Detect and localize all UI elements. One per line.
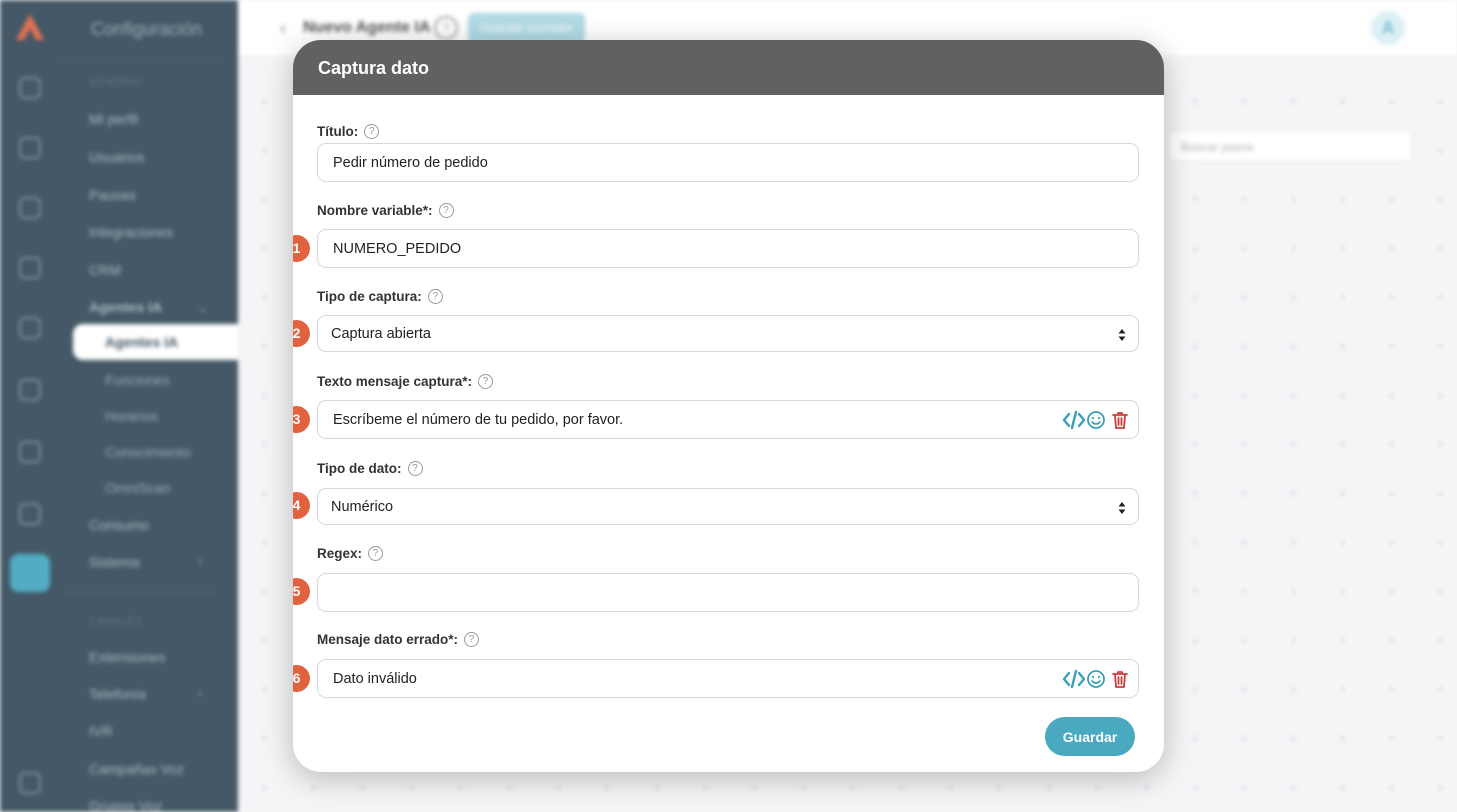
error-message-label: Mensaje dato errado*: ?	[317, 632, 480, 647]
variable-name-input[interactable]: NUMERO_PEDIDO	[317, 229, 1139, 268]
variable-name-label: Nombre variable*: ?	[317, 203, 454, 218]
help-icon[interactable]: ?	[427, 289, 443, 304]
help-icon[interactable]: ?	[368, 546, 384, 561]
title-label: Título: ?	[317, 124, 380, 139]
capture-message-input[interactable]: Escríbeme el número de tu pedido, por fa…	[317, 400, 1139, 439]
step-badge: 5	[293, 578, 310, 605]
code-icon[interactable]	[1062, 410, 1086, 430]
code-icon[interactable]	[1062, 669, 1086, 689]
help-icon[interactable]: ?	[478, 374, 494, 389]
message-tools	[1062, 669, 1130, 689]
emoji-icon[interactable]	[1086, 410, 1106, 430]
variable-name-value: NUMERO_PEDIDO	[333, 240, 462, 257]
data-type-value: Numérico	[331, 498, 394, 515]
message-tools	[1062, 410, 1130, 430]
step-badge: 3	[293, 406, 310, 433]
step-badge: 6	[293, 665, 310, 692]
capture-type-select[interactable]: Captura abierta	[317, 315, 1139, 352]
emoji-icon[interactable]	[1086, 669, 1106, 689]
modal-title: Captura dato	[293, 40, 1164, 95]
trash-icon[interactable]	[1110, 410, 1130, 430]
data-type-select[interactable]: Numérico	[317, 488, 1139, 525]
capture-data-modal: Captura dato Título: ? Pedir número de p…	[293, 40, 1164, 772]
select-arrows-icon	[1118, 502, 1126, 514]
capture-type-value: Captura abierta	[331, 325, 431, 342]
trash-icon[interactable]	[1110, 669, 1130, 689]
step-badge: 1	[293, 235, 310, 262]
help-icon[interactable]: ?	[407, 461, 423, 476]
error-message-value: Dato inválido	[333, 670, 417, 687]
error-message-input[interactable]: Dato inválido	[317, 659, 1139, 698]
help-icon[interactable]: ?	[364, 124, 380, 139]
title-input[interactable]: Pedir número de pedido	[317, 143, 1139, 182]
capture-message-label: Texto mensaje captura*: ?	[317, 374, 494, 389]
data-type-label: Tipo de dato: ?	[317, 461, 423, 476]
select-arrows-icon	[1118, 329, 1126, 341]
capture-message-value: Escríbeme el número de tu pedido, por fa…	[333, 411, 624, 428]
regex-input[interactable]	[317, 573, 1139, 612]
help-icon[interactable]: ?	[464, 632, 480, 647]
regex-label: Regex: ?	[317, 546, 384, 561]
help-icon[interactable]: ?	[438, 203, 454, 218]
step-badge: 4	[293, 492, 310, 519]
capture-type-label: Tipo de captura: ?	[317, 289, 443, 304]
save-button[interactable]: Guardar	[1045, 717, 1135, 756]
step-badge: 2	[293, 320, 310, 347]
